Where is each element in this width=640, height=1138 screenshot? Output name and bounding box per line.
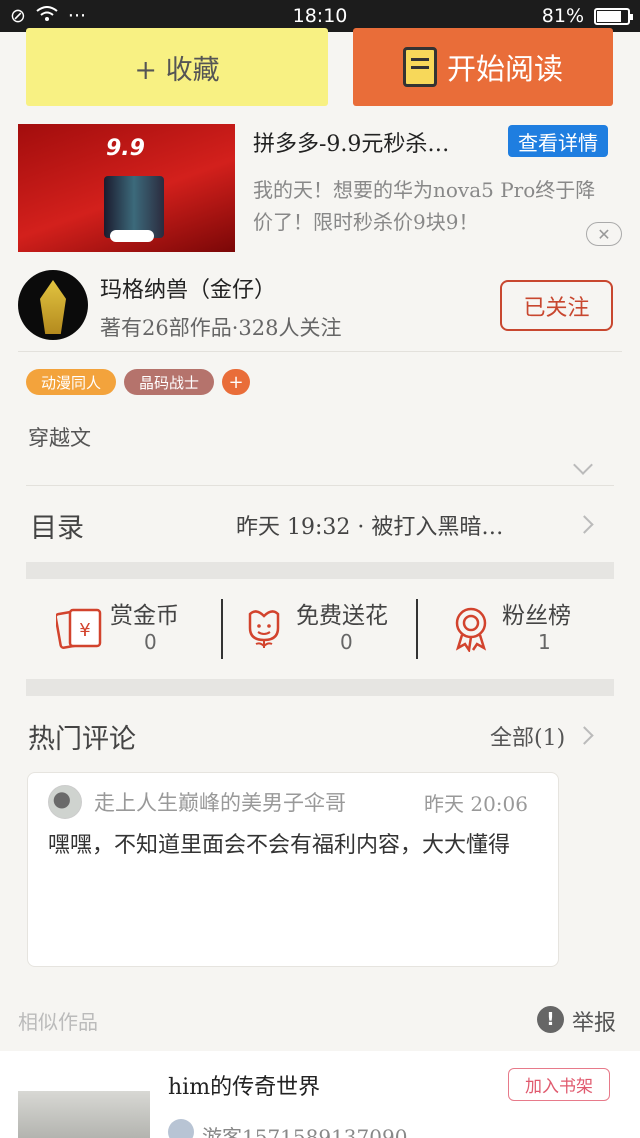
send-flower-label: 免费送花	[296, 603, 388, 629]
section-separator	[26, 562, 614, 579]
tag-item[interactable]: 动漫同人	[26, 369, 116, 395]
send-flower-count: 0	[340, 630, 353, 654]
ad-detail-button[interactable]: 查看详情	[508, 125, 608, 157]
similar-book-author: 游客1571589137090	[202, 1125, 408, 1138]
chevron-right-icon[interactable]	[575, 726, 594, 745]
catalog-latest[interactable]: 昨天 19:32 · 被打入黑暗…	[236, 509, 556, 541]
ad-description[interactable]: 我的天！想要的华为nova5 Pro终于降价了！限时秒杀价9块9！	[253, 174, 613, 238]
ad-image[interactable]: 9.9	[18, 124, 235, 252]
divider	[221, 599, 223, 659]
ad-buy-graphic	[110, 230, 154, 242]
ad-image-price: 9.9	[106, 136, 145, 161]
reward-coin-count: 0	[144, 630, 157, 654]
report-button[interactable]: 举报	[572, 1005, 616, 1037]
add-to-shelf-button[interactable]: 加入书架	[508, 1068, 610, 1101]
divider	[416, 599, 418, 659]
author-stats: 著有26部作品·328人关注	[100, 316, 342, 340]
medal-icon	[455, 607, 487, 652]
book-cover[interactable]	[18, 1091, 150, 1138]
send-flower-button[interactable]: 免费送花 0	[244, 596, 434, 660]
comment-time: 昨天 20:06	[424, 792, 528, 816]
start-reading-button[interactable]: 开始阅读	[353, 28, 613, 106]
similar-works-label: 相似作品	[18, 1010, 98, 1034]
similar-book-card[interactable]: him的传奇世界 加入书架 游客1571589137090	[0, 1051, 640, 1138]
commenter-avatar[interactable]	[48, 785, 82, 819]
section-separator	[26, 679, 614, 696]
svg-text:¥: ¥	[79, 620, 90, 641]
fan-rank-button[interactable]: 粉丝榜 1	[450, 596, 640, 660]
chevron-down-icon[interactable]	[573, 455, 593, 475]
follow-button[interactable]: 已关注	[500, 280, 613, 331]
divider	[18, 351, 622, 352]
status-right: 81%	[541, 5, 633, 27]
comment-text: 嘿嘿，不知道里面会不会有福利内容，大大懂得	[48, 833, 511, 858]
fan-rank-label: 粉丝榜	[502, 603, 571, 629]
catalog-label[interactable]: 目录	[30, 506, 84, 545]
book-icon	[402, 47, 437, 87]
comment-card[interactable]: 走上人生巅峰的美男子伞哥 昨天 20:06 嘿嘿，不知道里面会不会有福利内容，大…	[27, 772, 559, 967]
divider	[26, 485, 614, 486]
flower-icon	[248, 610, 280, 648]
battery-fill	[597, 10, 622, 22]
chevron-right-icon[interactable]	[575, 515, 594, 534]
similar-book-title[interactable]: him的传奇世界	[168, 1069, 320, 1101]
reward-coin-label: 赏金币	[110, 603, 179, 629]
start-reading-label: 开始阅读	[446, 52, 563, 86]
user-icon	[168, 1119, 194, 1138]
ad-title[interactable]: 拼多多-9.9元秒杀…	[253, 126, 493, 158]
author-avatar[interactable]	[18, 270, 88, 340]
all-comments-link[interactable]: 全部(1)	[490, 720, 565, 752]
favorite-button[interactable]: + 收藏	[26, 28, 328, 106]
hot-comments-title: 热门评论	[28, 724, 136, 755]
battery-icon	[594, 7, 633, 25]
commenter-name[interactable]: 走上人生巅峰的美男子伞哥	[94, 787, 346, 817]
red-envelope-icon: ¥	[56, 608, 102, 649]
tag-item[interactable]: 晶码战士	[124, 369, 214, 395]
author-name[interactable]: 玛格纳兽（金仔）	[100, 272, 276, 304]
reward-coin-button[interactable]: ¥ 赏金币 0	[56, 596, 246, 660]
ad-phones-graphic	[104, 176, 164, 238]
avatar-figure	[40, 280, 66, 334]
genre-label: 穿越文	[28, 426, 91, 450]
battery-percent: 81%	[541, 5, 584, 27]
add-tag-button[interactable]: +	[222, 369, 250, 395]
exclamation-icon[interactable]: !	[537, 1006, 564, 1033]
close-icon[interactable]: ✕	[586, 222, 622, 246]
fan-rank-count: 1	[538, 630, 551, 654]
